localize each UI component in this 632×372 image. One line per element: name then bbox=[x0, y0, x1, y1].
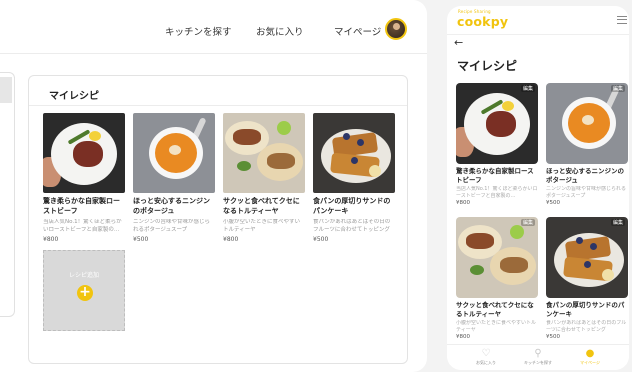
tab-search-kitchen[interactable]: ⚲ キッチンを探す bbox=[513, 347, 563, 366]
recipe-price: ¥800 bbox=[43, 236, 59, 243]
recipe-description: 小腹が空いたときに食べやすいトルティーヤ bbox=[223, 219, 301, 233]
hamburger-menu-icon[interactable] bbox=[617, 16, 627, 24]
recipe-description: 食パンがあればあとはその日のフルーツに合わせてトッピング bbox=[546, 320, 627, 333]
recipe-image-tortilla bbox=[223, 113, 305, 193]
divider bbox=[29, 105, 407, 106]
top-navigation: キッチンを探す お気に入り マイページ bbox=[0, 0, 427, 54]
recipe-description: 当店人気No.1！驚くほど柔らかいローストビーフと自家製の… bbox=[43, 219, 122, 233]
recipe-title: 驚き柔らかな自家製ローストビーフ bbox=[456, 167, 534, 184]
section-title: マイレシピ bbox=[49, 91, 99, 102]
recipe-image-roast-beef bbox=[43, 113, 125, 193]
tab-label: お気に入り bbox=[476, 360, 496, 365]
recipe-description: ニンジンの旨味や甘味が感じられるポタージュスープ bbox=[546, 186, 627, 199]
sidebar-active-tab[interactable] bbox=[0, 77, 12, 103]
nav-favorites[interactable]: お気に入り bbox=[256, 24, 304, 38]
search-icon: ⚲ bbox=[534, 348, 542, 359]
recipe-price: ¥800 bbox=[456, 334, 470, 340]
recipe-title: ほっと安心するニンジンのポタージュ bbox=[546, 167, 624, 184]
recipe-price: ¥500 bbox=[546, 200, 560, 206]
edit-badge[interactable]: 編集 bbox=[520, 219, 535, 226]
recipe-description: ニンジンの旨味や甘味が感じられるポタージュスープ bbox=[133, 219, 211, 233]
tab-mypage[interactable]: ● マイページ bbox=[565, 347, 615, 366]
recipe-price: ¥800 bbox=[223, 236, 239, 243]
cookpy-logo[interactable]: Recipe Sharing cookpy bbox=[457, 9, 509, 29]
recipe-price: ¥500 bbox=[546, 334, 560, 340]
recipe-card[interactable]: 驚き柔らかな自家製ローストビーフ 当店人気No.1！驚くほど柔らかいローストビー… bbox=[43, 113, 125, 243]
recipe-image-carrot-soup bbox=[133, 113, 215, 193]
recipe-title: ほっと安心するニンジンのポタージュ bbox=[133, 197, 210, 215]
recipe-image-carrot-soup: 編集 bbox=[546, 83, 628, 164]
recipe-card[interactable]: ほっと安心するニンジンのポタージュ ニンジンの旨味や甘味が感じられるポタージュス… bbox=[133, 113, 215, 243]
back-arrow-icon[interactable]: ← bbox=[454, 36, 463, 49]
edit-badge[interactable]: 編集 bbox=[610, 219, 625, 226]
edit-badge[interactable]: 編集 bbox=[520, 85, 535, 92]
recipe-image-tortilla: 編集 bbox=[456, 217, 538, 298]
recipe-title: サクッと食べれてクセになるトルティーヤ bbox=[456, 301, 534, 318]
logo-text: cookpy bbox=[457, 14, 509, 29]
recipe-description: 食パンがあればあとはその日のフルーツに合わせてトッピング bbox=[313, 219, 391, 233]
recipe-title: 食パンの厚切りサンドのパンケーキ bbox=[546, 301, 625, 318]
recipe-card[interactable]: 編集 サクッと食べれてクセになるトルティーヤ 小腹が空いたときに食べやすいトルテ… bbox=[456, 217, 538, 340]
heart-icon: ♡ bbox=[481, 348, 491, 359]
recipe-card[interactable]: 食パンの厚切りサンドのパンケーキ 食パンがあればあとはその日のフルーツに合わせて… bbox=[313, 113, 395, 243]
recipe-card[interactable]: 編集 驚き柔らかな自家製ローストビーフ 当店人気No.1！驚くほど柔らかいロース… bbox=[456, 83, 538, 206]
logo-tagline: Recipe Sharing bbox=[458, 9, 491, 14]
recipe-price: ¥800 bbox=[456, 200, 470, 206]
tab-label: キッチンを探す bbox=[524, 360, 552, 365]
tab-label: マイページ bbox=[580, 360, 600, 365]
bottom-tab-bar: ♡ お気に入り ⚲ キッチンを探す ● マイページ bbox=[447, 344, 629, 370]
my-recipes-card: マイレシピ 驚き柔らかな自家製ローストビーフ 当店人気No.1！驚くほど柔らかい… bbox=[28, 75, 408, 364]
nav-mypage[interactable]: マイページ bbox=[334, 24, 381, 38]
recipe-price: ¥500 bbox=[133, 236, 149, 243]
recipe-description: 当店人気No.1！驚くほど柔らかいローストビーフと自家製の… bbox=[456, 186, 538, 199]
plus-icon: + bbox=[77, 285, 93, 301]
recipe-title: 驚き柔らかな自家製ローストビーフ bbox=[43, 197, 120, 215]
add-recipe-button[interactable]: レシピ追加 + bbox=[43, 250, 125, 331]
recipe-title: サクッと食べれてクセになるトルティーヤ bbox=[223, 197, 300, 215]
recipe-card[interactable]: 編集 食パンの厚切りサンドのパンケーキ 食パンがあればあとはその日のフルーツに合… bbox=[546, 217, 628, 340]
nav-search-kitchen[interactable]: キッチンを探す bbox=[165, 24, 232, 38]
recipe-image-french-toast bbox=[313, 113, 395, 193]
recipe-card[interactable]: 編集 ほっと安心するニンジンのポタージュ ニンジンの旨味や甘味が感じられるポター… bbox=[546, 83, 628, 206]
user-avatar[interactable] bbox=[385, 18, 407, 40]
edit-badge[interactable]: 編集 bbox=[610, 85, 625, 92]
sidebar-panel-edge bbox=[0, 72, 15, 317]
recipe-title: 食パンの厚切りサンドのパンケーキ bbox=[313, 197, 391, 215]
add-recipe-label: レシピ追加 bbox=[68, 272, 99, 279]
recipe-card[interactable]: サクッと食べれてクセになるトルティーヤ 小腹が空いたときに食べやすいトルティーヤ… bbox=[223, 113, 305, 243]
person-icon: ● bbox=[585, 348, 595, 359]
divider bbox=[447, 34, 629, 35]
recipe-description: 小腹が空いたときに食べやすいトルティーヤ bbox=[456, 320, 537, 333]
page-title: マイレシピ bbox=[457, 59, 518, 73]
tab-favorites[interactable]: ♡ お気に入り bbox=[461, 347, 511, 366]
desktop-view: キッチンを探す お気に入り マイページ マイレシピ 驚き柔らかな自家製ローストビ… bbox=[0, 0, 427, 372]
recipe-image-roast-beef: 編集 bbox=[456, 83, 538, 164]
mobile-view: Recipe Sharing cookpy ← マイレシピ 編集 驚き柔らかな自… bbox=[447, 6, 629, 370]
recipe-image-french-toast: 編集 bbox=[546, 217, 628, 298]
recipe-price: ¥500 bbox=[313, 236, 329, 243]
